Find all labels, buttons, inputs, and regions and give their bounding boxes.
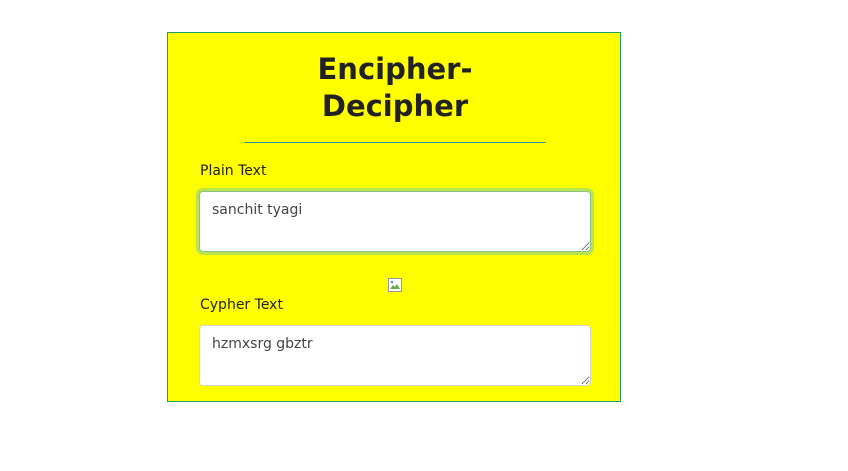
title-divider bbox=[244, 142, 546, 143]
cypher-text-output[interactable] bbox=[199, 325, 591, 386]
page-title: Encipher- Decipher bbox=[168, 51, 622, 125]
page-title-line-1: Encipher- bbox=[317, 52, 473, 86]
page-title-line-2: Decipher bbox=[321, 89, 469, 123]
plain-text-input[interactable] bbox=[199, 191, 591, 252]
broken-image-icon bbox=[388, 277, 402, 292]
plain-text-label: Plain Text bbox=[200, 163, 267, 179]
cypher-text-label: Cypher Text bbox=[200, 297, 283, 313]
cipher-card: Encipher- Decipher Plain Text Cypher Tex… bbox=[167, 32, 621, 402]
